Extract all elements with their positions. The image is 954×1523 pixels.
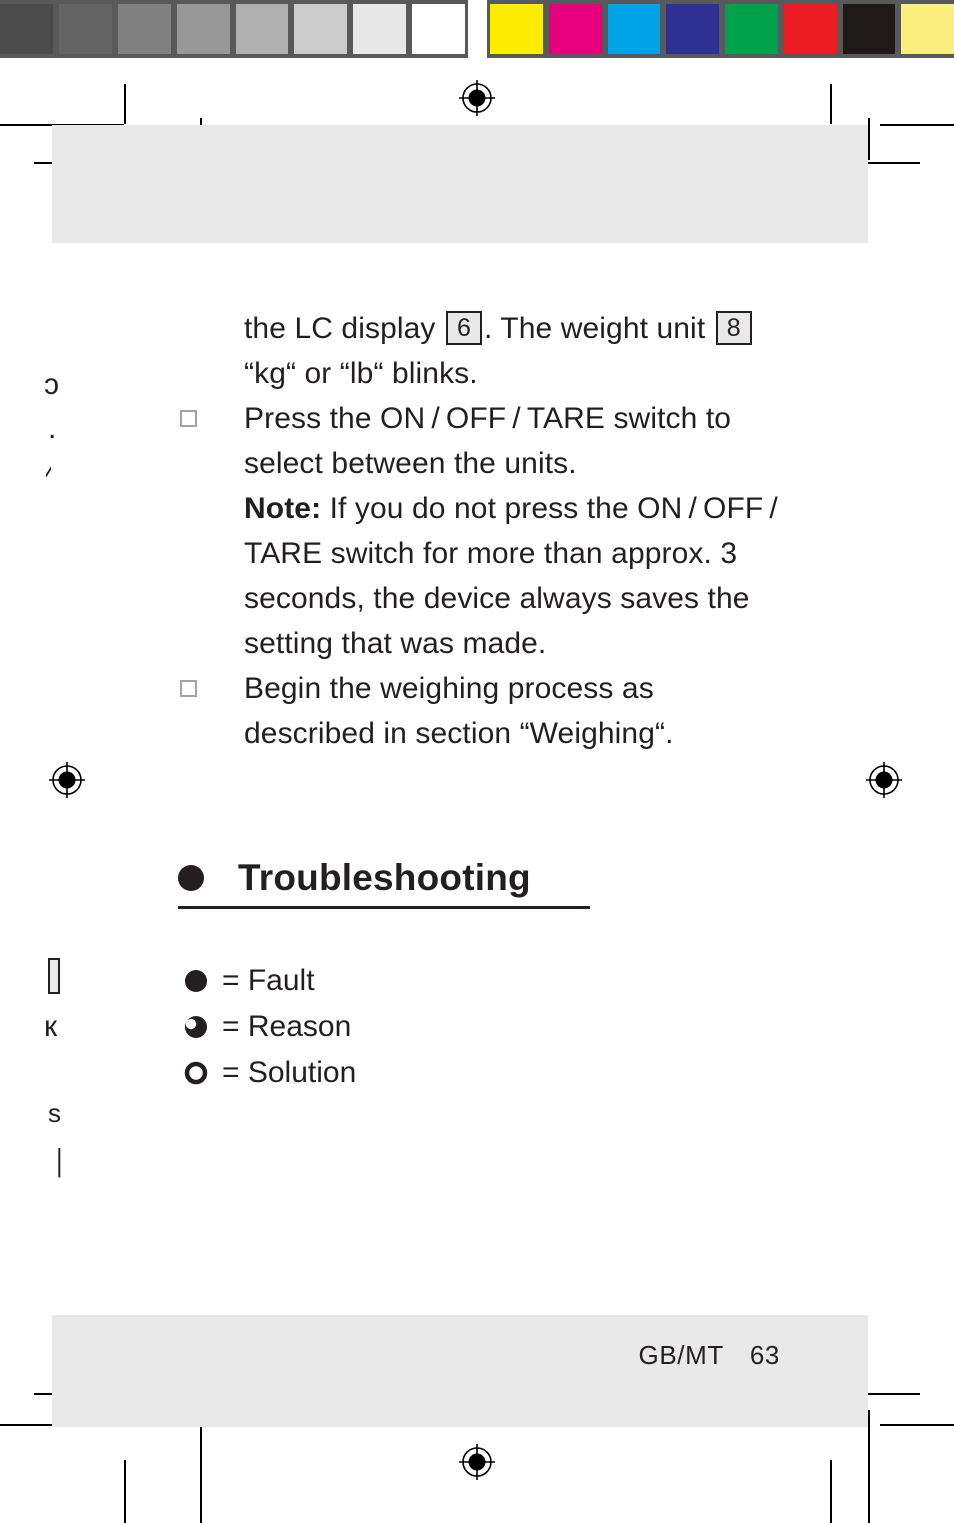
document-page: ɔ. ⁄ к s ׀ the LC display 6. The weight unit… <box>0 0 954 1523</box>
footer-locale: GB/MT <box>638 1340 724 1370</box>
registration-target-right-middle <box>864 760 904 800</box>
body-text-column: the LC display 6. The weight unit 8 “kg“… <box>178 306 788 756</box>
hollow-ring-icon <box>182 1059 210 1087</box>
grayscale-patch-3 <box>176 4 230 54</box>
reference-number-badge: 8 <box>715 311 752 345</box>
crop-mark-bottom-left-vertical <box>124 1460 126 1523</box>
legend-row-solution: = Solution <box>182 1050 356 1096</box>
crop-mark-bottom-right-edge <box>880 1424 954 1426</box>
bleed-fragment-1: . <box>48 412 57 445</box>
grayscale-patch-group <box>0 0 468 58</box>
legend-label: = Fault <box>222 964 315 997</box>
legend-row-reason: = Reason <box>182 1004 356 1050</box>
square-bullet-icon <box>180 410 197 427</box>
legend-label: = Solution <box>222 1056 357 1089</box>
crop-mark-bottom-right-vertical <box>830 1460 832 1523</box>
note-label: Note: <box>244 492 322 525</box>
p-lc-display: the LC display 6. The weight unit 8 “kg“… <box>178 306 788 396</box>
grayscale-patch-0 <box>0 4 53 54</box>
grayscale-patch-7 <box>412 4 465 54</box>
registration-target-bottom-center <box>457 1442 497 1482</box>
crop-mark-top-left-vertical <box>124 84 126 124</box>
legend-row-fault: = Fault <box>182 958 356 1004</box>
color-patch-7 <box>901 4 954 54</box>
legend-label: = Reason <box>222 1010 352 1043</box>
footer-band <box>52 1315 868 1427</box>
p-press-switch: Press the ON / OFF / TARE switch to sele… <box>178 396 788 666</box>
color-patch-5 <box>783 4 837 54</box>
reference-number-badge: 6 <box>445 311 482 345</box>
troubleshooting-legend: = Fault = Reason = Solution <box>182 958 356 1096</box>
crop-mark-top-right-vertical-inner <box>868 118 870 160</box>
registration-target-left-middle <box>47 760 87 800</box>
crop-mark-top-right-horizontal <box>880 124 954 126</box>
color-patch-3 <box>666 4 719 54</box>
bleed-fragment-2: ⁄ <box>46 458 52 491</box>
crop-mark-top-right-vertical <box>830 84 832 124</box>
color-patch-6 <box>842 4 896 54</box>
color-patch-4 <box>725 4 778 54</box>
header-band <box>52 125 868 243</box>
print-calibration-strip <box>0 0 954 58</box>
filled-circle-icon <box>178 865 204 891</box>
registration-target-top-center <box>457 78 497 118</box>
heading-underline <box>178 906 590 909</box>
bleed-fragment-4: s <box>48 1098 61 1128</box>
crescent-circle-icon <box>182 1013 210 1041</box>
section-heading-troubleshooting: Troubleshooting <box>178 856 598 909</box>
color-patch-group <box>487 0 954 58</box>
bleed-fragment-3: к <box>44 1010 58 1043</box>
color-patch-0 <box>490 4 543 54</box>
bleed-fragment-0: ɔ <box>44 368 59 401</box>
color-patch-2 <box>607 4 661 54</box>
page-title: Troubleshooting <box>238 857 531 898</box>
grayscale-patch-6 <box>353 4 407 54</box>
crop-mark-bottom-right-vertical-inner <box>868 1410 870 1523</box>
grayscale-patch-1 <box>58 4 112 54</box>
color-patch-1 <box>548 4 602 54</box>
page-number: 63 <box>749 1340 780 1370</box>
filled-circle-icon <box>182 967 210 995</box>
page-footer: GB/MT 63 <box>52 1340 868 1371</box>
square-bullet-icon <box>180 680 197 697</box>
grayscale-patch-4 <box>235 4 289 54</box>
bleed-fragment-5: ׀ <box>52 1148 67 1178</box>
grayscale-patch-5 <box>294 4 348 54</box>
bleed-reference-box <box>48 958 60 994</box>
p-begin-weighing: Begin the weighing process as described … <box>178 666 788 756</box>
grayscale-patch-2 <box>117 4 171 54</box>
